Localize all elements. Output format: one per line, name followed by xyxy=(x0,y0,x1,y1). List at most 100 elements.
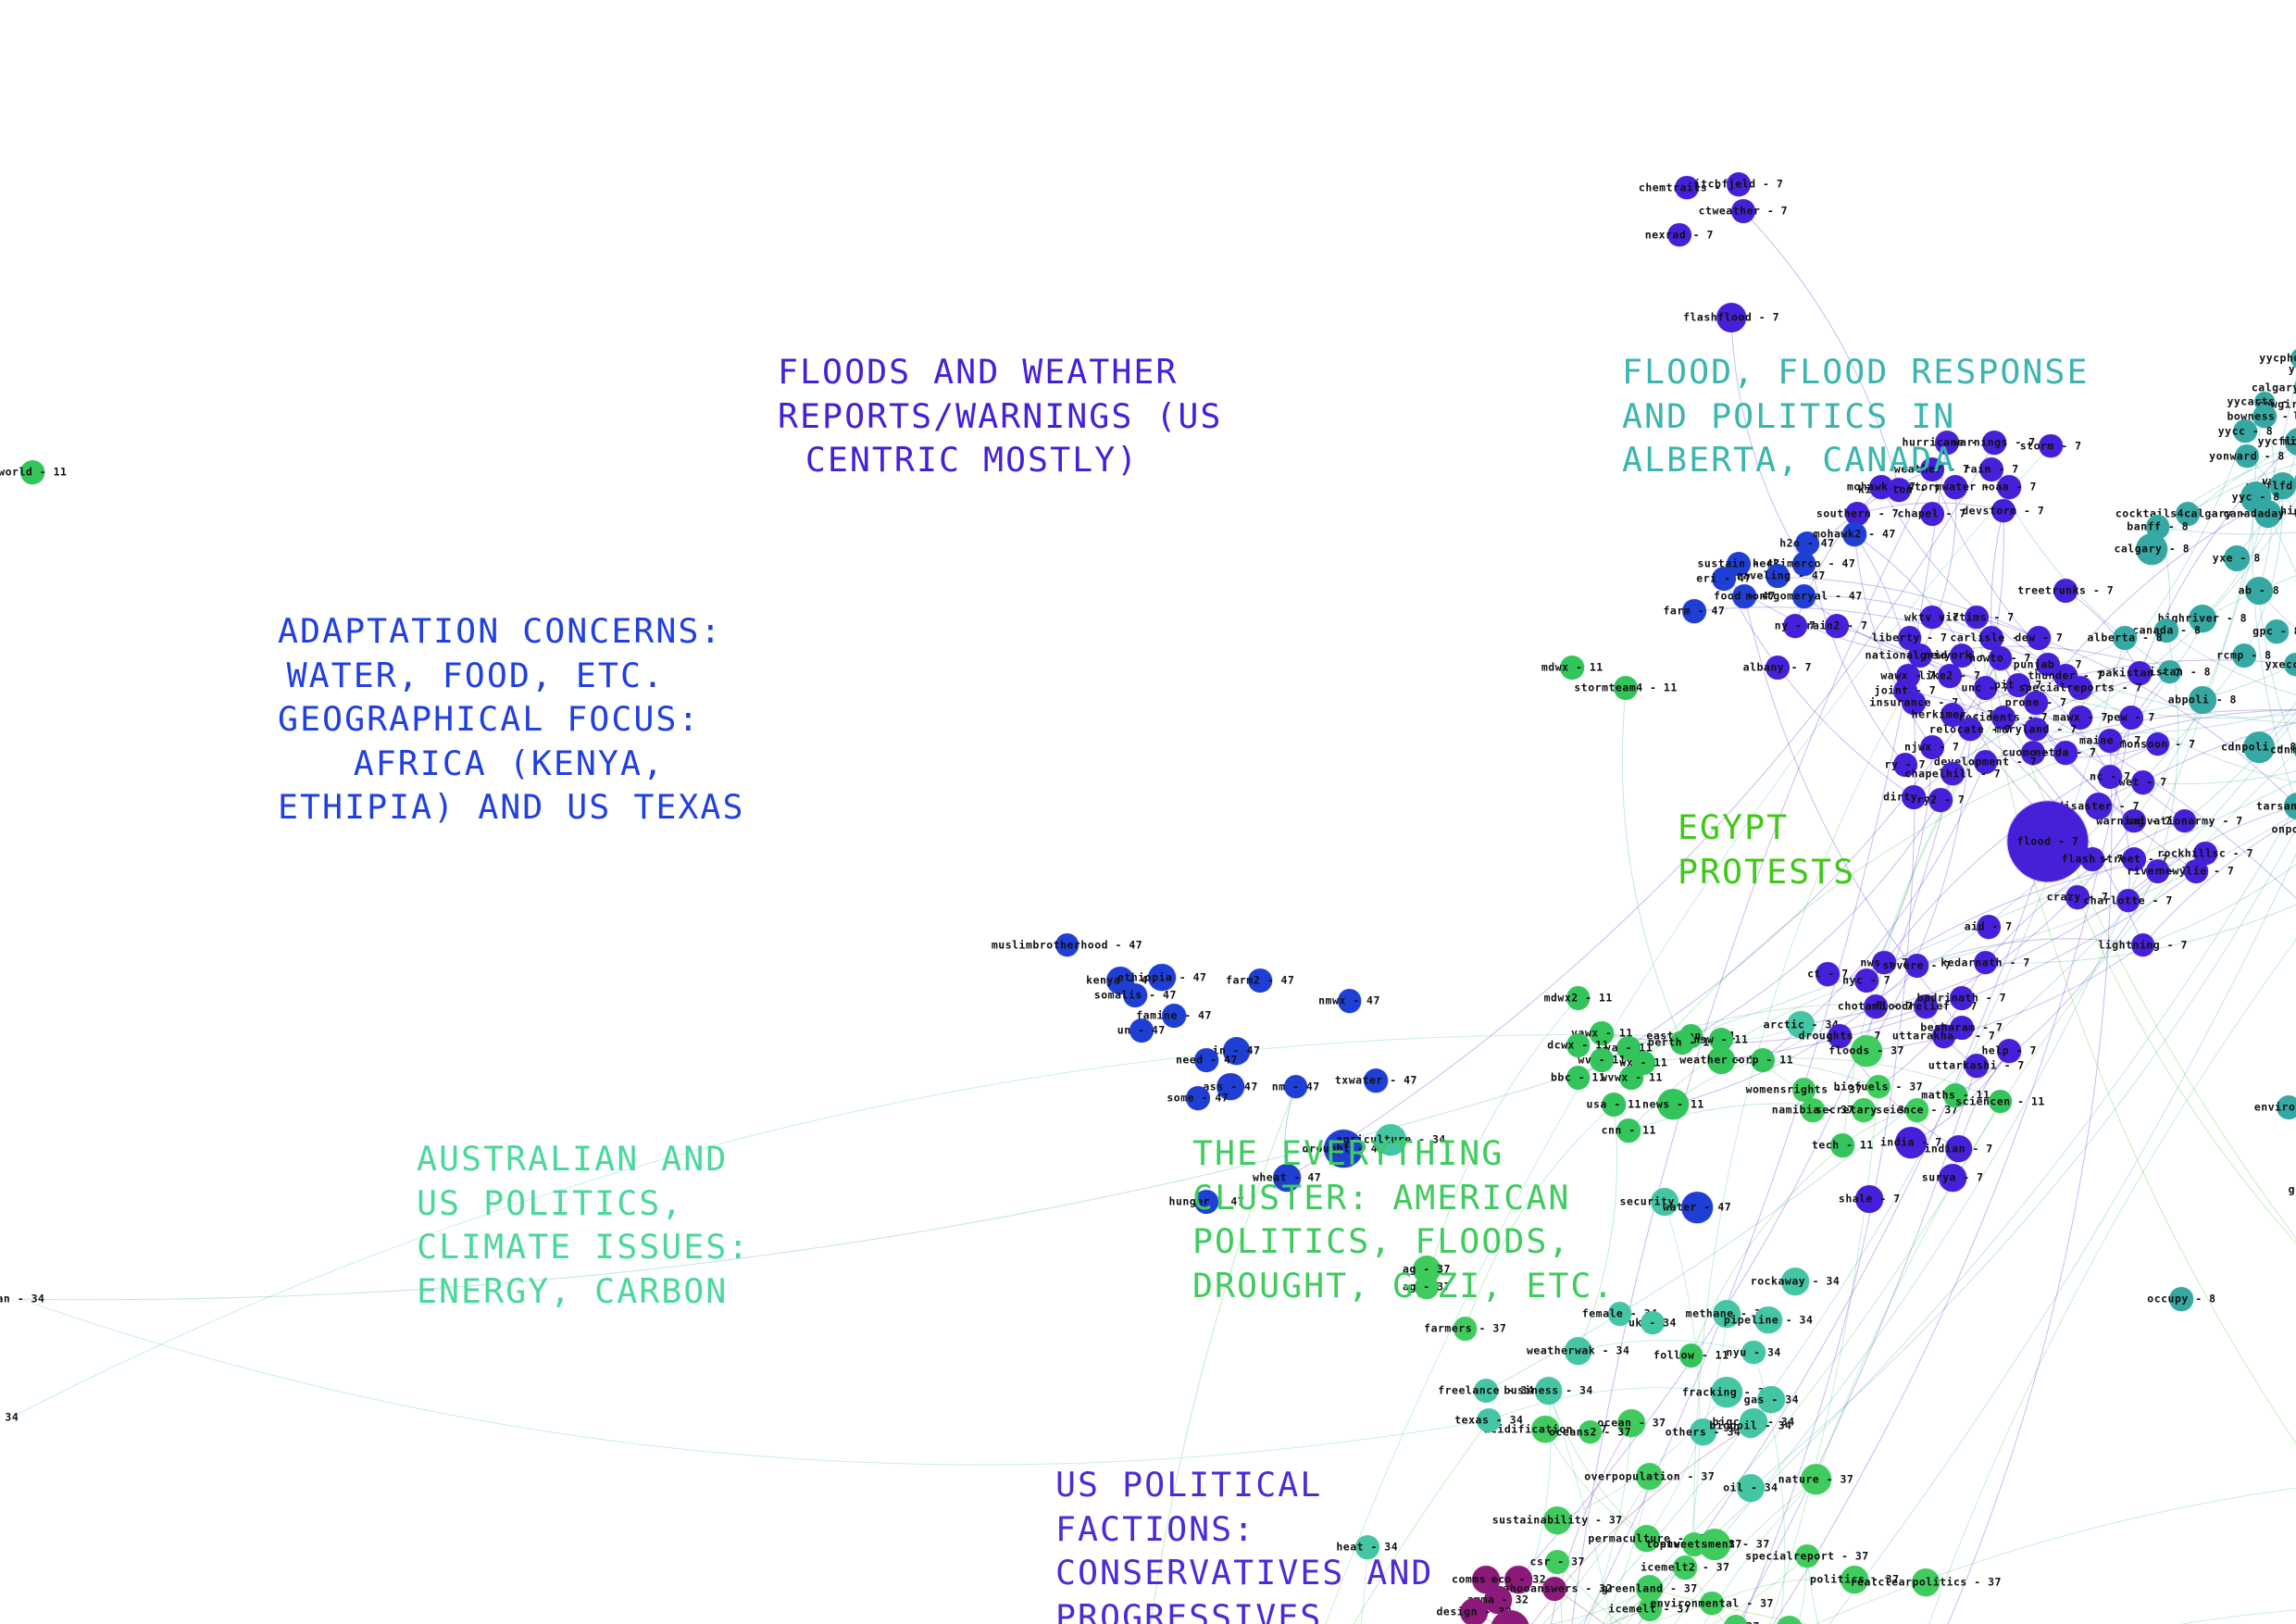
node-label: abpoli - 8 xyxy=(2167,693,2237,706)
node-label: need - 47 xyxy=(1175,1053,1238,1067)
node-label: uttarkashi - 7 xyxy=(1928,1058,2025,1072)
node-label: ctweather - 7 xyxy=(1698,204,1789,218)
node-label: an - 34 xyxy=(0,1292,45,1305)
node-label: toptweets - 37 xyxy=(1645,1537,1742,1551)
node-label: biofuels - 37 xyxy=(1833,1079,1924,1093)
node-label: ab - 8 xyxy=(2238,583,2280,597)
node-label: gpc - 8 xyxy=(2252,624,2296,638)
node-label: flashflood - 7 xyxy=(1683,310,1779,324)
node-label: maryland - 7 xyxy=(1994,721,2078,735)
node-label: chapelhill - 7 xyxy=(1904,766,2002,780)
node-label: wvwx - 11 xyxy=(1601,1070,1663,1084)
node-label: victims - 7 xyxy=(1939,609,2015,623)
node-label: sciencen - 11 xyxy=(1955,1093,2045,1107)
node-label: rockhillsc - 7 xyxy=(2157,845,2254,859)
node-label: yahooanswers - 32 xyxy=(1495,1580,1614,1594)
node-label: yxe - 8 xyxy=(2212,550,2261,564)
node-label: albany - 7 xyxy=(1742,659,1812,673)
node-label: occupy - 8 xyxy=(2147,1292,2216,1305)
node-label: news - 11 xyxy=(1642,1096,1704,1110)
node-label: icemelt2 - 37 xyxy=(1641,1560,1730,1574)
node-label: montgomeryal - 47 xyxy=(1745,589,1863,603)
node-label: uk - 34 xyxy=(1628,1315,1677,1329)
node-label: gsk - 8 xyxy=(2288,1182,2296,1196)
node-label: alberta - 8 xyxy=(2087,631,2164,644)
node-label: usa - 11 xyxy=(1586,1096,1641,1110)
node-label: cdnmedi - 8 xyxy=(2269,743,2296,756)
node-label: besharam - 7 xyxy=(1920,1020,2003,1034)
node-label: highriverflood - 8 xyxy=(2279,503,2296,517)
cluster-title-alberta: FLOOD, FLOOD RESPONSE AND POLITICS IN AL… xyxy=(1622,352,2090,481)
node-label: nature - 37 xyxy=(1778,1471,1854,1485)
node-label: yxecc - 8 xyxy=(2265,656,2296,670)
node-label: texas - 34 xyxy=(1454,1413,1524,1427)
node-label: flood - 7 xyxy=(2016,834,2079,848)
node-label: yonward - 8 xyxy=(2209,448,2285,462)
node-label: nm - 47 xyxy=(1271,1079,1320,1093)
node-label: sustainability - 37 xyxy=(1491,1513,1623,1527)
node-label: nexrad - 7 xyxy=(1644,227,1714,241)
node-label: monsoon - 7 xyxy=(2119,736,2196,750)
cluster-title-everything: THE EVERYTHING CLUSTER: AMERICAN POLITIC… xyxy=(1192,1133,1616,1305)
node-label: rcmp - 8 xyxy=(2216,648,2272,662)
node-label: dew - 7 xyxy=(2015,631,2064,644)
node-label: salvationarmy - 7 xyxy=(2126,813,2243,827)
node-label: tech - 11 xyxy=(1812,1138,1874,1152)
node-label: weatherwak - 34 xyxy=(1527,1343,1630,1357)
node-label: nsw - 11 xyxy=(1693,1031,1749,1045)
node-label: badrinath - 7 xyxy=(1916,991,2007,1005)
node-label: rockaway - 34 xyxy=(1750,1274,1841,1288)
node-label: itcbfjeld - 7 xyxy=(1693,177,1784,191)
node-label: un - 47 xyxy=(1117,1023,1166,1037)
graph-edge xyxy=(20,1298,1490,1466)
node-label: farm - 47 xyxy=(1663,604,1726,618)
node-label: kedarnath - 7 xyxy=(1940,955,2030,968)
node-label: environmental - 37 xyxy=(1650,1595,1774,1609)
node-label: mawx - 7 xyxy=(2053,710,2108,724)
node-label: nmwx - 47 xyxy=(1318,993,1380,1007)
node-label: some - 47 xyxy=(1167,1091,1229,1105)
node-label: mohawk - 7 xyxy=(1847,480,1916,493)
node-label: txwater - 47 xyxy=(1334,1073,1417,1087)
node-label: 34 xyxy=(5,1410,19,1423)
node-label: nyu - 34 xyxy=(1726,1344,1781,1358)
node-label: surya - 7 xyxy=(1921,1170,1984,1184)
graph-edge xyxy=(2202,575,2296,619)
cluster-title-floods-weather: FLOODS AND WEATHER REPORTS/WARNINGS (US … xyxy=(778,352,1223,481)
node-label: indian - 7 xyxy=(1924,1141,1993,1155)
node-label: lightning - 7 xyxy=(2098,937,2188,951)
cluster-title-us-political: US POLITICAL FACTIONS: CONSERVATIVES AND… xyxy=(1055,1465,1434,1624)
node-label: stormteam4 - 11 xyxy=(1574,681,1678,694)
node-label: realclearpolitics - 37 xyxy=(1850,1575,2002,1589)
node-label: devstorm - 7 xyxy=(1962,503,2045,517)
node-label: shale - 7 xyxy=(1838,1192,1901,1206)
node-label: aid - 7 xyxy=(1964,919,2013,933)
graph-edge xyxy=(1621,688,1683,1043)
node-label: rain2 - 7 xyxy=(1805,618,1868,632)
cluster-title-egypt: EGYPT PROTESTS xyxy=(1678,807,1856,892)
node-label: tarsands - 8 xyxy=(2256,798,2296,812)
node-label: missionpossible - 8 xyxy=(2282,434,2296,448)
network-graph-canvas: world - 11an - 3434dfwloveyyc - 8youralb… xyxy=(0,0,2296,1624)
node-label: farmers - 37 xyxy=(1424,1321,1507,1335)
node-label: mdwx2 - 11 xyxy=(1543,991,1613,1005)
node-label: corp - 11 xyxy=(1731,1053,1794,1067)
node-label: specialreport - 37 xyxy=(1745,1548,1869,1562)
node-label: pipeline - 34 xyxy=(1723,1312,1814,1326)
node-label: wet - 7 xyxy=(2118,775,2167,789)
node-label: cnn - 11 xyxy=(1601,1123,1656,1137)
cluster-title-adaptation: ADAPTATION CONCERNS: WATER, FOOD, ETC. G… xyxy=(278,611,745,828)
node-label: bowness - 8 xyxy=(2227,408,2296,422)
graph-edge xyxy=(1928,938,2296,1624)
node-label: business - 34 xyxy=(1504,1383,1593,1397)
node-label: noaa - 7 xyxy=(1981,480,2037,493)
node-label: gas - 34 xyxy=(1743,1392,1800,1405)
node-label: prone - 7 xyxy=(2004,695,2067,709)
node-label: csr - 37 xyxy=(1529,1555,1585,1568)
node-label: world - 11 xyxy=(0,465,68,479)
node-label: calgary - 8 xyxy=(2114,542,2190,556)
node-label: water - 47 xyxy=(1662,1200,1732,1214)
node-label: mohawk2 - 47 xyxy=(1813,527,1896,541)
node-label: floods - 37 xyxy=(1828,1043,1904,1057)
node-label: enviro - 8 xyxy=(2253,1100,2296,1114)
